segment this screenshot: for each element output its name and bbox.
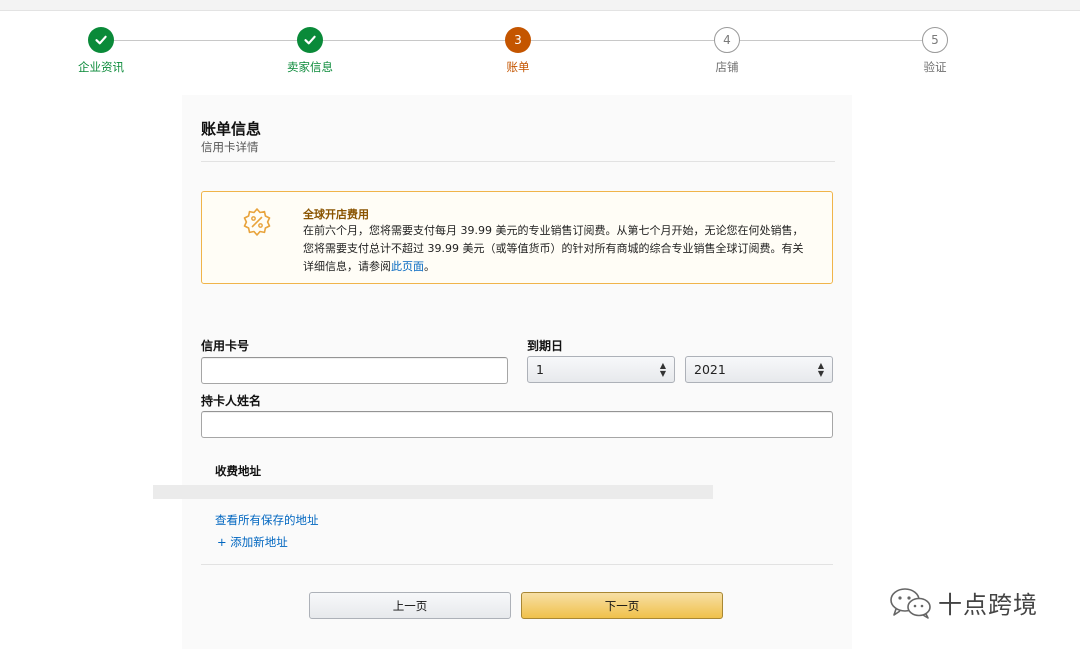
browser-top-strip [0, 0, 1080, 11]
wechat-icon [890, 587, 931, 619]
card-number-input[interactable] [201, 357, 508, 384]
step-1-check-icon [88, 27, 114, 53]
redacted-address [153, 485, 713, 499]
cardholder-label: 持卡人姓名 [201, 394, 262, 408]
watermark-text: 十点跨境 [938, 591, 1038, 619]
step-4: 4 店铺 [667, 27, 787, 75]
heading-divider [201, 161, 835, 162]
expiry-month-value: 1 [536, 362, 544, 377]
fee-badge-icon [243, 208, 271, 236]
notice-text: 在前六个月，您将需要支付每月 39.99 美元的专业销售订阅费。从第七个月开始，… [303, 224, 804, 273]
expiry-year-select[interactable]: 2021 ▲ ▼ [685, 356, 833, 383]
step-2-label: 卖家信息 [287, 60, 333, 74]
notice-text-end: 。 [424, 260, 435, 273]
step-4-label: 店铺 [715, 60, 739, 74]
select-arrows-icon: ▲ ▼ [817, 360, 824, 378]
step-3-number: 3 [505, 27, 531, 53]
notice-page-link[interactable]: 此页面 [391, 260, 424, 273]
watermark: 十点跨境 [888, 585, 1038, 620]
step-1-label: 企业资讯 [78, 60, 124, 74]
billing-address-title: 收费地址 [215, 464, 261, 478]
step-1: 企业资讯 [41, 27, 161, 75]
cardholder-input[interactable] [201, 411, 833, 438]
expiry-year-value: 2021 [694, 362, 726, 377]
view-saved-addresses-link[interactable]: 查看所有保存的地址 [215, 512, 319, 528]
step-5: 5 验证 [875, 27, 995, 75]
billing-title: 账单信息 [201, 120, 262, 138]
step-2: 卖家信息 [250, 27, 370, 75]
step-2-check-icon [297, 27, 323, 53]
next-page-button[interactable]: 下一页 [521, 592, 723, 619]
footer-divider [201, 564, 833, 565]
billing-subtitle: 信用卡详情 [201, 140, 259, 154]
notice-title: 全球开店费用 [303, 208, 369, 221]
fee-notice: 全球开店费用 在前六个月，您将需要支付每月 39.99 美元的专业销售订阅费。从… [201, 191, 833, 284]
expiry-month-select[interactable]: 1 ▲ ▼ [527, 356, 675, 383]
card-number-label: 信用卡号 [201, 339, 250, 353]
step-5-label: 验证 [923, 60, 947, 74]
add-new-address-link[interactable]: + 添加新地址 [217, 534, 288, 550]
previous-page-button[interactable]: 上一页 [309, 592, 511, 619]
step-3-label: 账单 [506, 60, 530, 74]
expiry-label: 到期日 [527, 339, 564, 353]
step-3: 3 账单 [458, 27, 578, 75]
step-4-number: 4 [714, 27, 740, 53]
step-5-number: 5 [922, 27, 948, 53]
notice-body: 在前六个月，您将需要支付每月 39.99 美元的专业销售订阅费。从第七个月开始，… [303, 222, 813, 276]
select-arrows-icon: ▲ ▼ [659, 360, 666, 378]
